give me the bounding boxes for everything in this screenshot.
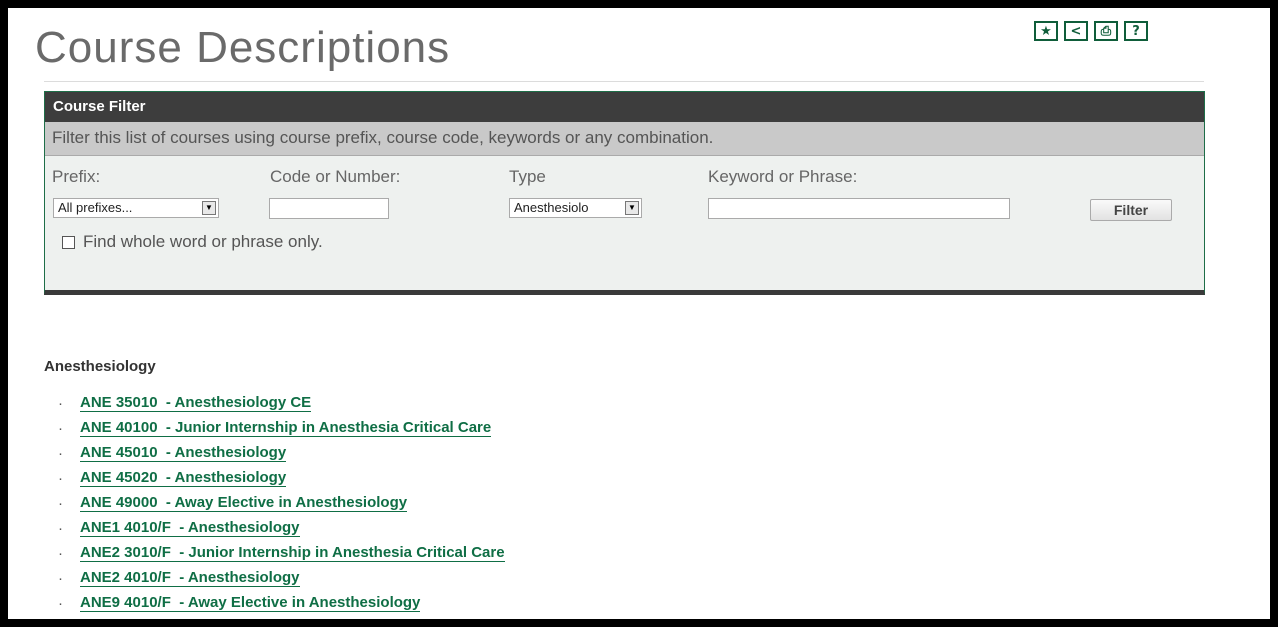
course-link[interactable]: ANE2 3010/F - Junior Internship in Anest… [80,544,505,562]
share-icon[interactable]: < [1064,21,1088,41]
page-title: Course Descriptions [35,23,451,72]
chevron-down-icon: ▼ [202,201,216,215]
prefix-label: Prefix: [52,167,101,186]
course-filter-panel: Course Filter Filter this list of course… [44,91,1205,295]
list-item: · ANE2 4010/F - Anesthesiology [58,569,300,587]
course-link[interactable]: ANE1 4010/F - Anesthesiology [80,519,300,537]
list-item: · ANE1 4010/F - Anesthesiology [58,519,300,537]
course-list: · ANE 35010 - Anesthesiology CE · ANE 4010… [58,391,505,616]
list-item: · ANE 45020 - Anesthesiology [58,469,287,487]
keyword-label: Keyword or Phrase: [708,167,858,186]
list-item: · ANE2 3010/F - Junior Internship in Anes… [58,544,505,562]
list-item: · ANE 40100 - Junior Internship in Anesth… [58,419,492,437]
list-item: · ANE 35010 - Anesthesiology CE [58,394,312,412]
course-filter-description: Filter this list of courses using course… [45,122,1204,156]
title-divider [44,81,1204,82]
page: Course Descriptions ★ < ⎙ ? Course Filte… [8,8,1270,619]
page-toolbar: ★ < ⎙ ? [1034,21,1148,41]
code-input[interactable] [269,198,389,219]
course-filter-header: Course Filter [45,92,1204,122]
type-label: Type [509,167,546,186]
type-select-value: Anesthesiolo [514,200,589,215]
whole-word-checkbox[interactable] [62,235,75,249]
type-select[interactable]: Anesthesiolo ▼ [509,198,642,218]
list-item: · ANE 49000 - Away Elective in Anesthesio… [58,494,408,512]
course-link[interactable]: ANE 45010 - Anesthesiology [80,444,287,462]
section-title: Anesthesiology [44,358,156,375]
keyword-input[interactable] [708,198,1010,219]
course-link[interactable]: ANE9 4010/F - Away Elective in Anesthesi… [80,594,421,612]
course-link[interactable]: ANE 45020 - Anesthesiology [80,469,287,487]
help-icon[interactable]: ? [1124,21,1148,41]
chevron-down-icon: ▼ [625,201,639,215]
course-link[interactable]: ANE 40100 - Junior Internship in Anesthe… [80,419,492,437]
print-icon[interactable]: ⎙ [1094,21,1118,41]
prefix-select-value: All prefixes... [58,200,133,215]
whole-word-label: Find whole word or phrase only. [83,232,323,251]
prefix-select[interactable]: All prefixes... ▼ [53,198,219,218]
course-link[interactable]: ANE2 4010/F - Anesthesiology [80,569,300,587]
course-link[interactable]: ANE 49000 - Away Elective in Anesthesiol… [80,494,408,512]
whole-word-option: Find whole word or phrase only. [62,232,323,252]
code-label: Code or Number: [270,167,401,186]
list-item: · ANE9 4010/F - Away Elective in Anesthes… [58,594,421,612]
favorite-star-icon[interactable]: ★ [1034,21,1058,41]
filter-button[interactable]: Filter [1090,199,1172,221]
course-link[interactable]: ANE 35010 - Anesthesiology CE [80,394,312,412]
list-item: · ANE 45010 - Anesthesiology [58,444,287,462]
